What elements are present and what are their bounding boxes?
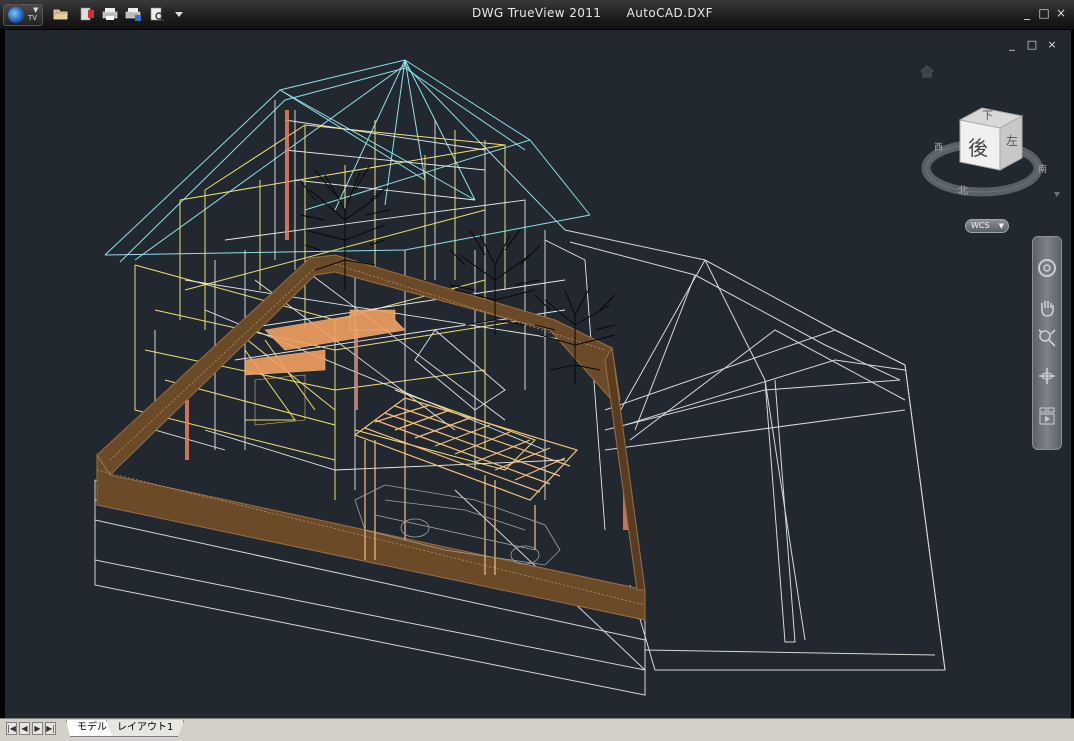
window-title: DWG TrueView 2011 AutoCAD.DXF xyxy=(472,6,713,20)
viewcube-side-label[interactable]: 左 xyxy=(1006,132,1018,149)
app-logo-icon xyxy=(8,7,24,23)
roof-wireframe xyxy=(104,59,591,263)
wcs-label: WCS xyxy=(971,221,990,230)
window-close-button[interactable]: × xyxy=(1054,6,1068,20)
next-tab-button[interactable]: ▶ xyxy=(32,722,43,735)
window-restore-button[interactable]: □ xyxy=(1037,6,1051,20)
print-icon[interactable] xyxy=(101,6,119,22)
viewcube-top-label[interactable]: 下 xyxy=(982,107,993,123)
compass-north-label[interactable]: 北 xyxy=(958,182,968,197)
compass-south-label[interactable]: 南 xyxy=(1038,162,1047,175)
3d-wireframe-model xyxy=(94,59,946,696)
preview-icon[interactable] xyxy=(148,6,166,22)
chevron-down-icon: ▼ xyxy=(998,222,1004,230)
showmotion-icon[interactable] xyxy=(1036,405,1058,427)
viewport-minimize-button[interactable]: _ xyxy=(1005,38,1019,51)
export-icon[interactable] xyxy=(78,6,96,22)
drawing-viewport[interactable]: _ □ × 後 下 左 西 南 北 WCS ▼ xyxy=(5,30,1071,718)
app-name: DWG TrueView 2011 xyxy=(472,6,602,20)
steering-wheel-icon[interactable] xyxy=(1036,257,1058,279)
customize-dropdown-icon[interactable] xyxy=(170,6,183,22)
zoom-icon[interactable] xyxy=(1036,327,1058,349)
layout-tab-bar: |◀ ◀ ▶ ▶| モデル レイアウト1 xyxy=(0,718,1074,741)
wcs-menu[interactable]: WCS ▼ xyxy=(965,219,1009,233)
title-bar: ▼ TV DWG TrueView 2011 AutoCAD.DXF _ □ × xyxy=(0,0,1074,30)
viewport-close-button[interactable]: × xyxy=(1045,38,1059,51)
pan-icon[interactable] xyxy=(1036,297,1058,319)
open-icon[interactable] xyxy=(52,6,70,22)
window-minimize-button[interactable]: _ xyxy=(1020,6,1034,20)
application-menu-button[interactable]: ▼ TV xyxy=(3,4,43,26)
navigation-bar xyxy=(1032,236,1062,450)
app-button-label: TV xyxy=(28,14,38,22)
compass-west-label[interactable]: 西 xyxy=(934,140,943,153)
first-tab-button[interactable]: |◀ xyxy=(6,722,17,735)
tab-layout1[interactable]: レイアウト1 xyxy=(106,720,185,737)
chevron-down-icon: ▼ xyxy=(33,6,39,14)
prev-tab-button[interactable]: ◀ xyxy=(19,722,30,735)
last-tab-button[interactable]: ▶| xyxy=(45,722,56,735)
document-name: AutoCAD.DXF xyxy=(626,6,713,20)
viewcube[interactable]: 後 下 左 西 南 北 xyxy=(920,100,1060,210)
viewport-restore-button[interactable]: □ xyxy=(1025,38,1039,51)
batch-plot-icon[interactable] xyxy=(124,6,142,22)
viewcube-face-label[interactable]: 後 xyxy=(968,132,988,161)
home-icon[interactable] xyxy=(919,64,935,78)
orbit-icon[interactable] xyxy=(1036,365,1058,387)
